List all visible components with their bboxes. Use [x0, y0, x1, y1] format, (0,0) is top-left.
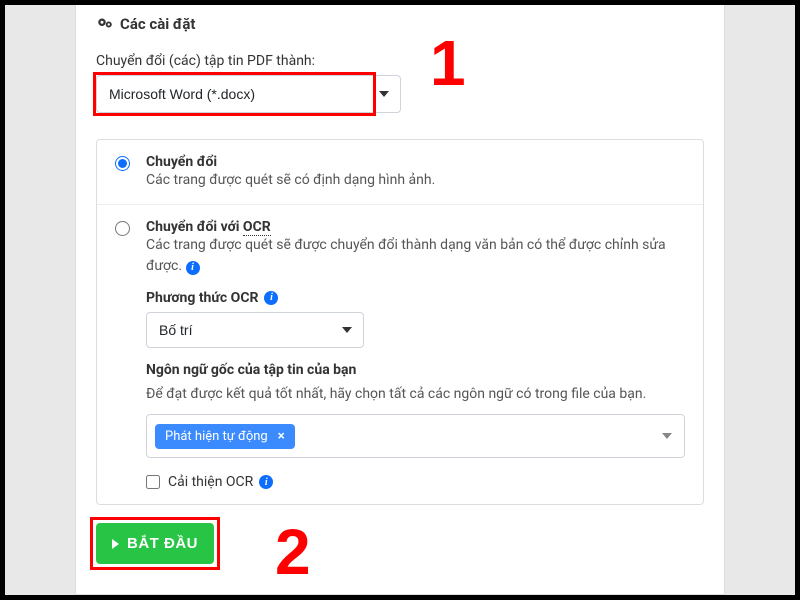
- chevron-right-icon: [112, 539, 119, 549]
- option-ocr-radio[interactable]: [115, 221, 130, 236]
- option-convert[interactable]: Chuyển đổi Các trang được quét sẽ có địn…: [97, 140, 703, 204]
- start-button[interactable]: BẮT ĐẦU: [96, 523, 214, 564]
- format-select-row: Microsoft Word (*.docx): [96, 75, 704, 113]
- lang-hint: Để đạt được kết quả tốt nhất, hãy chọn t…: [146, 384, 685, 404]
- app-frame: Các cài đặt Chuyển đổi (các) tập tin PDF…: [5, 5, 795, 595]
- lang-chip: Phát hiện tự động ×: [155, 424, 295, 449]
- option-ocr-desc: Các trang được quét sẽ được chuyển đổi t…: [146, 235, 685, 276]
- settings-header: Các cài đặt: [96, 5, 704, 39]
- settings-title: Các cài đặt: [120, 15, 195, 33]
- lang-section: Ngôn ngữ gốc của tập tin của bạn Để đạt …: [146, 362, 685, 458]
- lang-select[interactable]: Phát hiện tự động ×: [146, 414, 685, 458]
- annotation-number-2: 2: [275, 520, 311, 584]
- ocr-method-select[interactable]: Bố trí: [146, 312, 364, 348]
- improve-ocr-checkbox[interactable]: [146, 475, 160, 489]
- improve-ocr-row[interactable]: Cải thiện OCR i: [146, 474, 685, 490]
- option-ocr-title: Chuyển đổi với OCR: [146, 219, 685, 235]
- lang-chip-remove-icon[interactable]: ×: [278, 429, 285, 444]
- gears-icon: [96, 16, 114, 33]
- settings-panel: Các cài đặt Chuyển đổi (các) tập tin PDF…: [75, 5, 725, 595]
- convert-options: Chuyển đổi Các trang được quét sẽ có địn…: [96, 139, 704, 505]
- info-icon[interactable]: i: [264, 291, 278, 305]
- chevron-down-icon: [662, 433, 672, 439]
- ocr-method-label: Phương thức OCR i: [146, 290, 685, 306]
- info-icon[interactable]: i: [259, 475, 273, 489]
- format-select[interactable]: Microsoft Word (*.docx): [96, 75, 401, 113]
- option-ocr[interactable]: Chuyển đổi với OCR Các trang được quét s…: [97, 204, 703, 504]
- annotation-number-1: 1: [430, 31, 466, 95]
- ocr-method-section: Phương thức OCR i Bố trí: [146, 290, 685, 348]
- start-button-label: BẮT ĐẦU: [127, 535, 198, 552]
- start-row: BẮT ĐẦU: [96, 523, 214, 564]
- option-convert-title: Chuyển đổi: [146, 154, 685, 170]
- ocr-abbr: OCR: [243, 219, 271, 236]
- improve-ocr-label: Cải thiện OCR: [168, 474, 253, 490]
- lang-chip-label: Phát hiện tự động: [165, 429, 268, 444]
- option-convert-radio[interactable]: [115, 156, 130, 171]
- info-icon[interactable]: i: [186, 261, 200, 275]
- format-label: Chuyển đổi (các) tập tin PDF thành:: [96, 53, 704, 69]
- lang-label: Ngôn ngữ gốc của tập tin của bạn: [146, 362, 685, 378]
- option-convert-desc: Các trang được quét sẽ có định dạng hình…: [146, 170, 685, 190]
